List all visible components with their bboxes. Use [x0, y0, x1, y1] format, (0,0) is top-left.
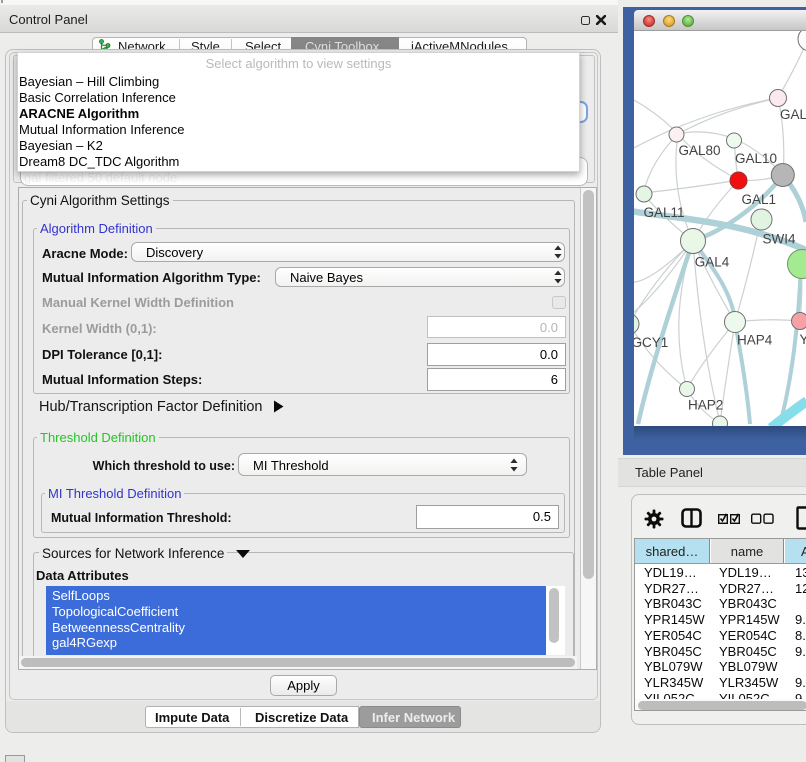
- svg-text:GCY1: GCY1: [634, 335, 668, 350]
- svg-text:GAL7: GAL7: [780, 107, 806, 122]
- svg-text:GAL1: GAL1: [742, 192, 777, 207]
- svg-text:GAL4: GAL4: [695, 255, 730, 270]
- svg-text:Y: Y: [800, 332, 806, 347]
- svg-text:HAP4: HAP4: [737, 333, 773, 348]
- svg-text:SWI4: SWI4: [763, 232, 796, 247]
- svg-text:HAP2: HAP2: [688, 398, 723, 413]
- svg-text:GAL10: GAL10: [735, 151, 777, 166]
- svg-text:GAL80: GAL80: [679, 143, 721, 158]
- svg-text:GAL11: GAL11: [644, 205, 685, 220]
